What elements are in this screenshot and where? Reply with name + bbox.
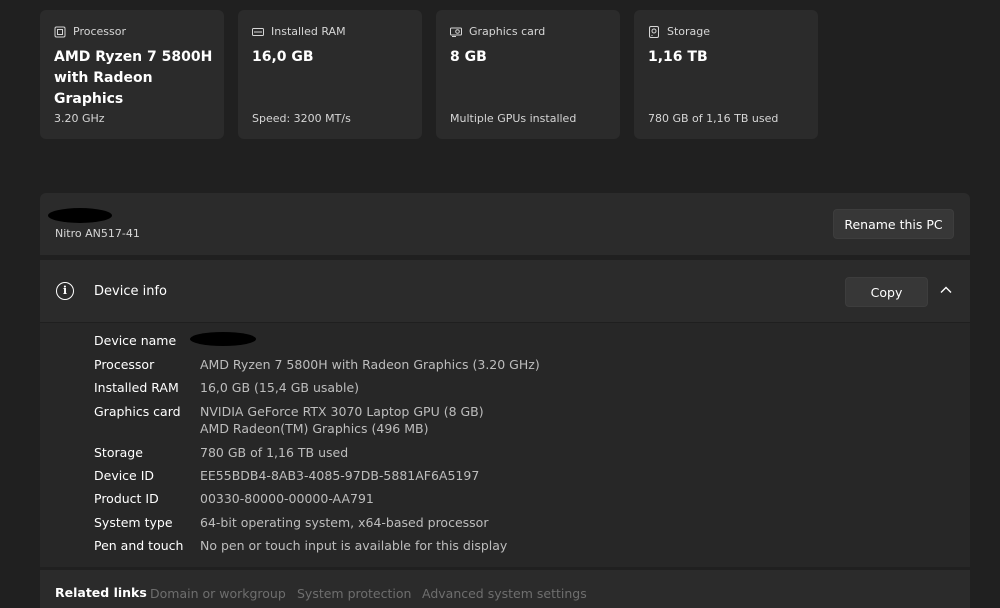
row-label-system-type: System type [94, 515, 173, 530]
card-value: AMD Ryzen 7 5800H with Radeon Graphics [54, 49, 213, 107]
divider [40, 322, 970, 323]
storage-icon [649, 25, 659, 38]
processor-icon [54, 26, 66, 37]
row-value-graphics-2: AMD Radeon(TM) Graphics (496 MB) [200, 421, 429, 436]
graphics-card-icon [450, 27, 462, 37]
card-subtitle: Multiple GPUs installed [450, 112, 577, 125]
card-value: 16,0 GB [252, 49, 314, 65]
card-title: Installed RAM [271, 25, 346, 38]
row-value-processor: AMD Ryzen 7 5800H with Radeon Graphics (… [200, 357, 540, 372]
device-info-title: Device info [94, 284, 167, 299]
redacted-device-name [190, 332, 256, 346]
ram-icon [252, 27, 264, 36]
related-links-title: Related links [55, 585, 147, 600]
pc-model: Nitro AN517-41 [55, 227, 140, 240]
card-subtitle: 780 GB of 1,16 TB used [648, 112, 779, 125]
card-value: 8 GB [450, 49, 487, 65]
related-links-bar: Related links Domain or workgroup System… [40, 570, 970, 608]
card-subtitle: 3.20 GHz [54, 112, 105, 125]
info-icon: i [56, 282, 74, 300]
redacted-pc-name [48, 208, 112, 223]
graphics-card-card: Graphics card 8 GB Multiple GPUs install… [436, 10, 620, 139]
row-label-device-id: Device ID [94, 468, 155, 483]
chevron-up-icon[interactable] [939, 283, 953, 297]
row-value-ram: 16,0 GB (15,4 GB usable) [200, 380, 360, 395]
row-value-product-id: 00330-80000-00000-AA791 [200, 491, 374, 506]
row-value-storage: 780 GB of 1,16 TB used [200, 445, 349, 460]
card-title: Graphics card [469, 25, 546, 38]
card-subtitle: Speed: 3200 MT/s [252, 112, 351, 125]
copy-button[interactable]: Copy [845, 277, 928, 307]
card-title: Storage [667, 25, 711, 38]
row-label-product-id: Product ID [94, 491, 159, 506]
row-value-device-id: EE55BDB4-8AB3-4085-97DB-5881AF6A5197 [200, 468, 480, 483]
row-label-storage: Storage [94, 445, 143, 460]
row-label-ram: Installed RAM [94, 380, 179, 395]
row-value-pen-touch: No pen or touch input is available for t… [200, 538, 508, 553]
pc-name-panel: Nitro AN517-41 Rename this PC [40, 193, 970, 255]
row-label-processor: Processor [94, 357, 155, 372]
storage-card: Storage 1,16 TB 780 GB of 1,16 TB used [634, 10, 818, 139]
row-value-system-type: 64-bit operating system, x64-based proce… [200, 515, 489, 530]
ram-card: Installed RAM 16,0 GB Speed: 3200 MT/s [238, 10, 422, 139]
link-advanced-system-settings[interactable]: Advanced system settings [422, 586, 587, 601]
link-domain-workgroup[interactable]: Domain or workgroup [150, 586, 286, 601]
device-info-header[interactable]: i Device info Copy [40, 260, 970, 322]
row-label-pen-touch: Pen and touch [94, 538, 184, 553]
card-value: 1,16 TB [648, 49, 708, 65]
device-info-section: i Device info Copy Device name Processor… [40, 260, 970, 567]
card-title: Processor [73, 25, 126, 38]
row-label-device-name: Device name [94, 333, 177, 348]
rename-pc-button[interactable]: Rename this PC [833, 209, 954, 239]
processor-card: Processor AMD Ryzen 7 5800H with Radeon … [40, 10, 224, 139]
row-value-graphics: NVIDIA GeForce RTX 3070 Laptop GPU (8 GB… [200, 404, 484, 419]
link-system-protection[interactable]: System protection [297, 586, 411, 601]
row-label-graphics: Graphics card [94, 404, 181, 419]
